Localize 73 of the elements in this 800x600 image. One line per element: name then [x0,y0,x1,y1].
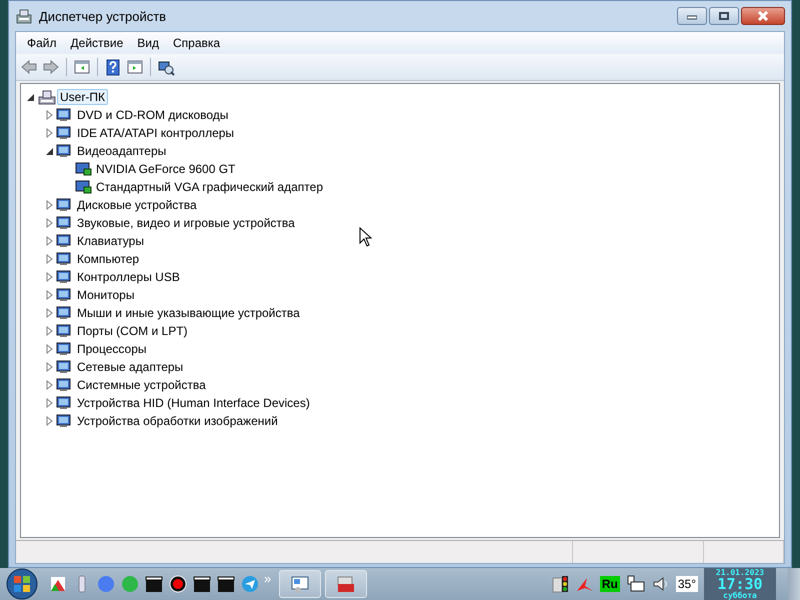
expand-arrow-icon[interactable] [44,218,54,228]
tree-item[interactable]: Мониторы [74,287,138,303]
expand-arrow-icon[interactable] [44,110,54,120]
tree-item[interactable]: IDE ATA/ATAPI контроллеры [74,125,238,141]
back-arrow-icon[interactable] [20,58,38,76]
collapse-arrow-icon[interactable] [25,92,35,102]
clapperboard-icon[interactable] [192,574,212,594]
video-card-icon [75,179,93,195]
expand-arrow-icon[interactable] [44,290,54,300]
taskbar-button[interactable] [325,570,368,598]
expand-arrow-icon[interactable] [44,236,54,246]
window-app-icon [15,7,33,25]
window-title: Диспетчер устройств [39,8,166,24]
video-card-icon [75,161,93,177]
clapperboard-icon[interactable] [216,574,236,594]
clock-weekday: суббота [723,592,757,600]
collapse-arrow-icon[interactable] [44,146,54,156]
tree-item[interactable]: Порты (COM и LPT) [74,323,191,339]
tree-item[interactable]: Мыши и иные указывающие устройства [74,305,303,321]
expand-arrow-icon[interactable] [44,326,54,336]
maximize-button[interactable] [709,7,739,25]
expand-arrow-icon[interactable] [44,398,54,408]
clock-time[interactable]: 17:30 [717,576,763,592]
tree-item[interactable]: NVIDIA GeForce 9600 GT [93,161,238,177]
tree-item[interactable]: Стандартный VGA графический адаптер [93,179,326,195]
clapperboard-icon[interactable] [144,574,164,594]
expand-arrow-icon[interactable] [44,380,54,390]
tree-item[interactable]: Контроллеры USB [74,269,183,285]
clock-date: 21.01.2023 [716,568,764,576]
language-indicator[interactable]: Ru [600,576,620,592]
tree-item[interactable]: Видеоадаптеры [74,143,170,159]
photo-app-icon[interactable] [48,574,68,594]
tree-item[interactable]: Устройства обработки изображений [74,413,281,429]
volume-icon[interactable] [652,575,670,593]
toolbox-icon [336,575,356,593]
tree-item[interactable]: DVD и CD-ROM дисководы [74,107,232,123]
minimize-button[interactable] [677,7,707,25]
action-pane-icon[interactable] [126,58,144,76]
expand-arrow-icon[interactable] [44,200,54,210]
tree-item[interactable]: Устройства HID (Human Interface Devices) [74,395,313,411]
tree-item[interactable]: Компьютер [74,251,142,267]
expand-arrow-icon[interactable] [44,308,54,318]
expand-arrow-icon[interactable] [44,254,54,264]
expand-arrow-icon[interactable] [44,128,54,138]
tree-item[interactable]: User-ПК [57,89,108,105]
tree-item[interactable]: Клавиатуры [74,233,147,249]
menu-item[interactable]: Действие [64,34,130,52]
tree-item[interactable]: Звуковые, видео и игровые устройства [74,215,298,231]
maximize-icon [719,12,729,20]
expand-arrow-icon[interactable] [44,362,54,372]
taskbar-button[interactable] [279,570,322,598]
tree-item[interactable]: Дисковые устройства [74,197,200,213]
tree-item[interactable]: Сетевые адаптеры [74,359,186,375]
tree-item[interactable]: Системные устройства [74,377,209,393]
close-icon [757,11,769,21]
menu-item[interactable]: Вид [130,34,166,52]
network-icon[interactable] [626,574,646,594]
window-app-icon [290,575,310,593]
forward-arrow-icon[interactable] [42,58,60,76]
menu-item[interactable]: Файл [20,34,64,52]
expand-arrow-icon[interactable] [44,344,54,354]
temperature-indicator[interactable]: 35° [676,576,698,592]
expand-arrow-icon[interactable] [44,272,54,282]
mouse-cursor-icon [359,227,373,247]
close-button[interactable] [741,7,785,25]
tree-item[interactable]: Процессоры [74,341,150,357]
traffic-light-icon[interactable] [552,574,570,594]
record-icon[interactable] [168,574,188,594]
menu-item[interactable]: Справка [166,34,228,52]
console-tree-icon[interactable] [73,58,91,76]
help-icon[interactable] [104,58,122,76]
expand-arrow-icon[interactable] [44,416,54,426]
start-orb-icon[interactable] [4,568,40,600]
